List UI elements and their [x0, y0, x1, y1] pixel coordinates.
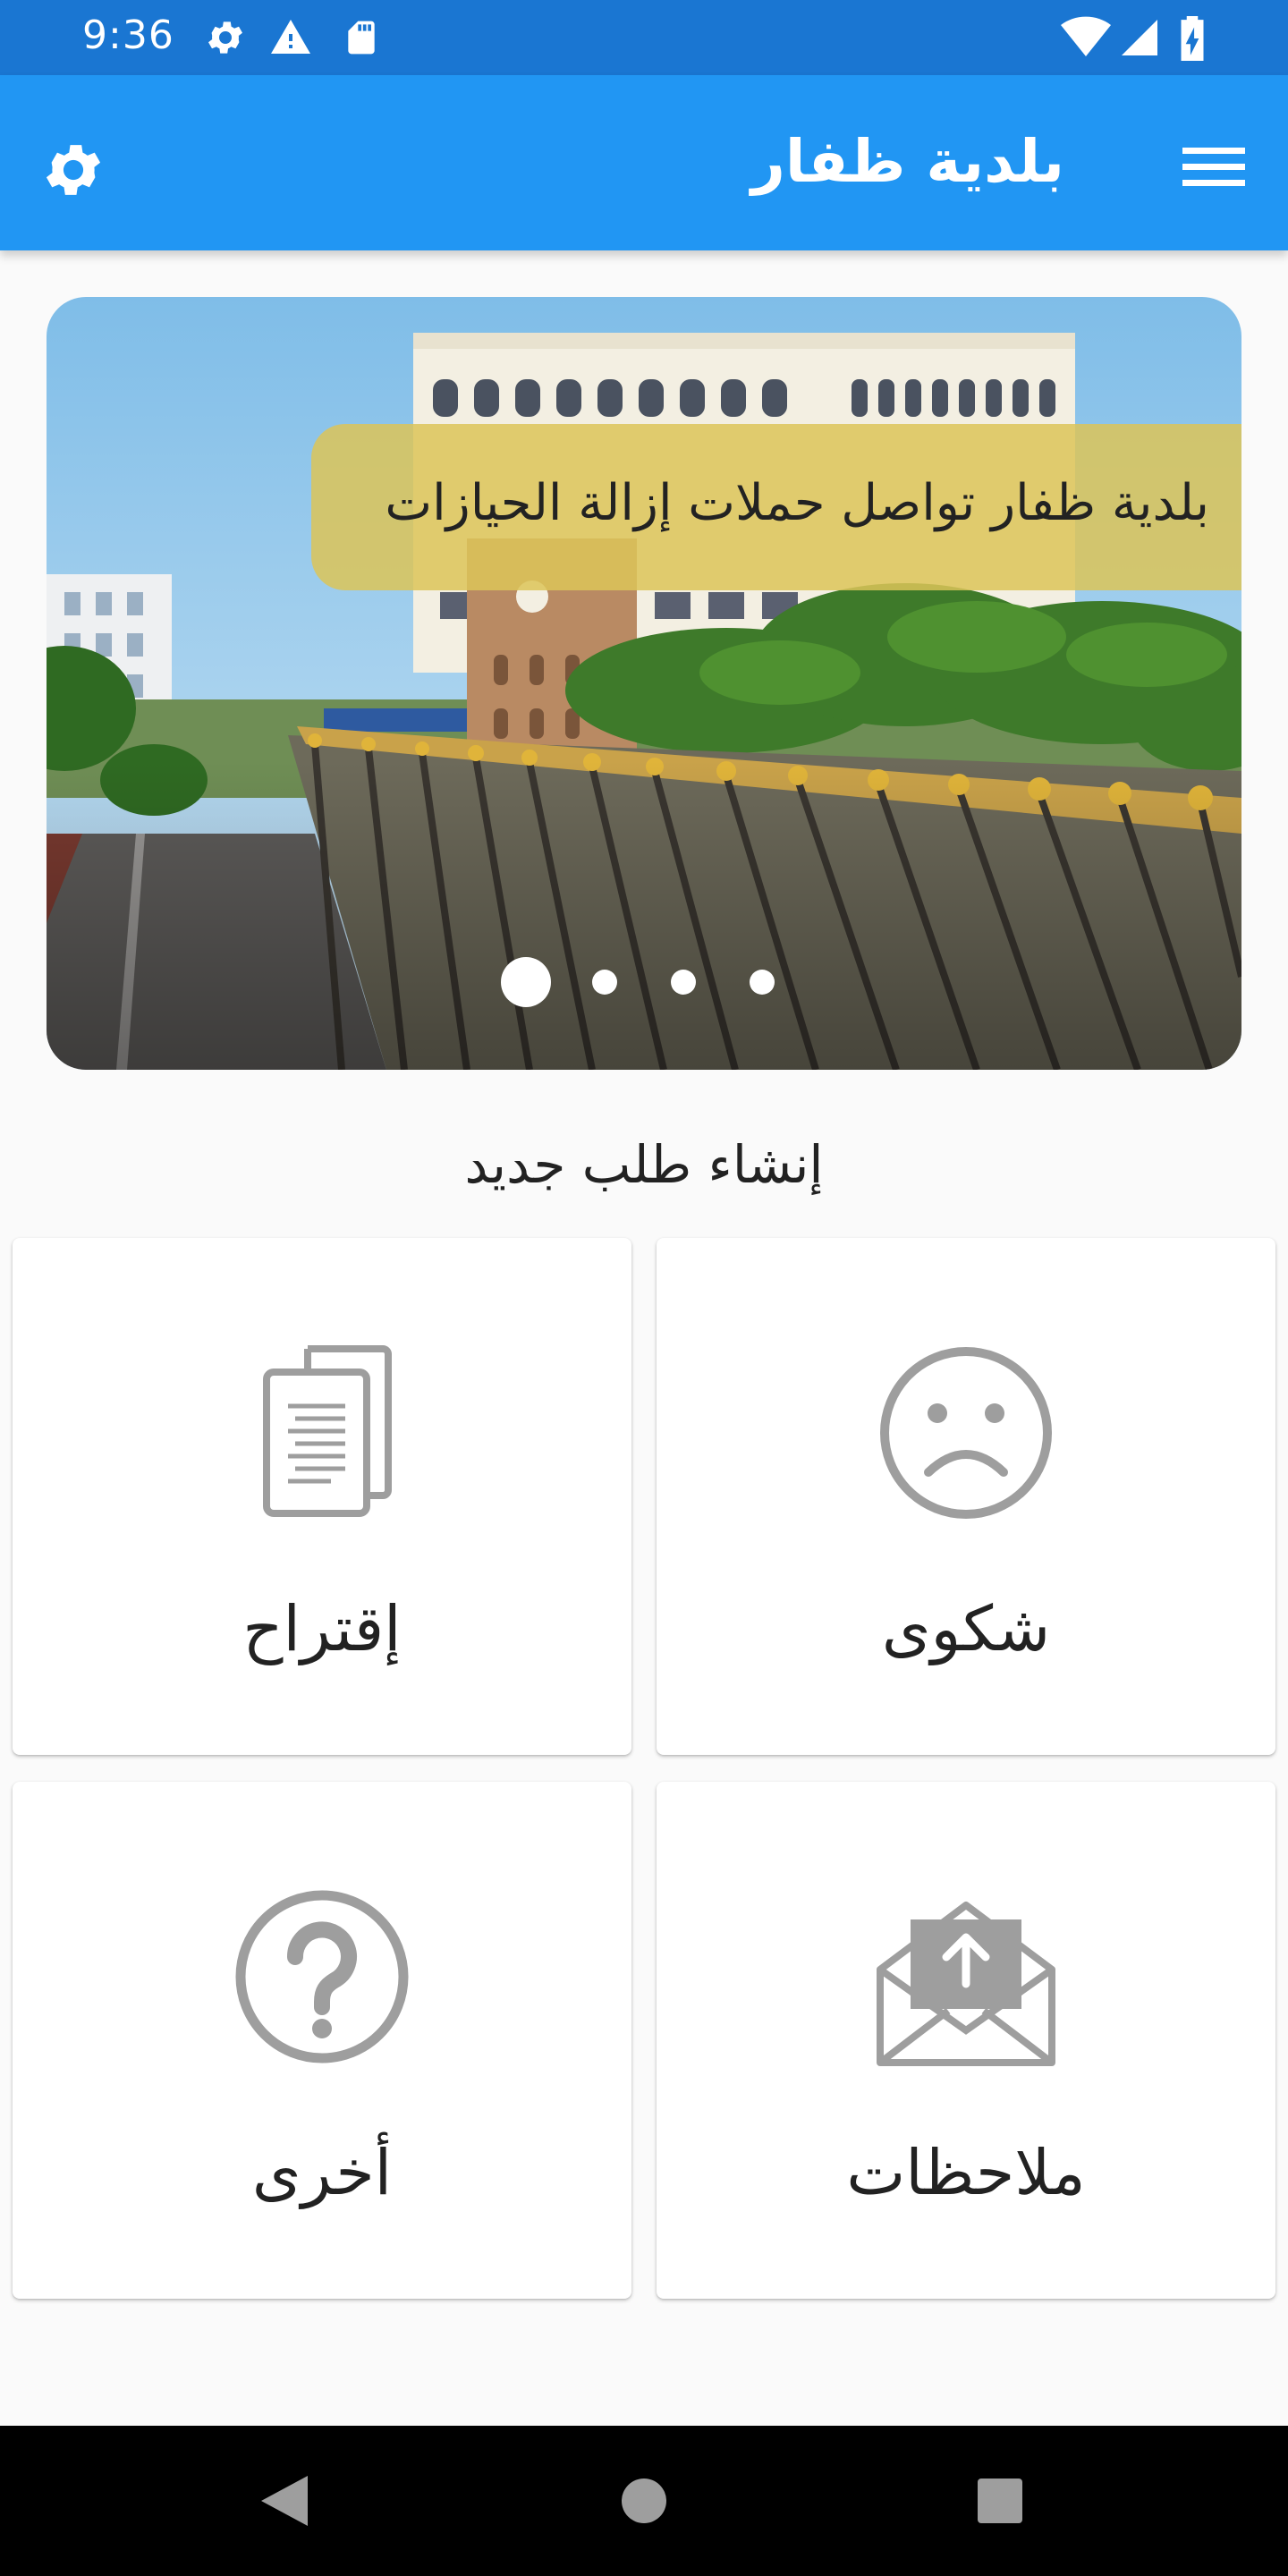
status-bar: 9:36: [0, 0, 1288, 75]
back-icon: [261, 2476, 308, 2526]
back-button[interactable]: [247, 2463, 322, 2538]
status-time: 9:36: [82, 13, 174, 58]
system-nav-bar: [0, 2426, 1288, 2576]
settings-icon: [204, 16, 247, 63]
feedback-tile[interactable]: ملاحظات: [657, 1782, 1275, 2299]
slide-dot[interactable]: [592, 970, 617, 995]
sad-face-icon: [880, 1347, 1052, 1519]
settings-button[interactable]: [29, 125, 118, 215]
banner-image: [47, 297, 1241, 1070]
recents-icon: [978, 2479, 1022, 2523]
suggestion-tile[interactable]: إقتراح: [13, 1238, 631, 1755]
feedback-label: ملاحظات: [846, 2136, 1086, 2209]
home-button[interactable]: [606, 2463, 682, 2538]
app-bar: بلدية ظفار: [0, 75, 1288, 250]
other-label: أخرى: [251, 2136, 393, 2209]
battery-charging-icon: [1179, 16, 1206, 64]
new-request-title: إنشاء طلب جديد: [464, 1134, 824, 1195]
menu-button[interactable]: [1175, 129, 1252, 206]
gear-icon: [46, 145, 101, 195]
wifi-icon: [1061, 16, 1111, 63]
complaint-label: شكوى: [881, 1592, 1051, 1665]
suggestion-label: إقتراح: [242, 1592, 402, 1665]
banner-caption: بلدية ظفار تواصل حملات إزالة الحيازات: [385, 474, 1209, 532]
slide-dot-active[interactable]: [501, 957, 551, 1007]
documents-icon: [263, 1345, 392, 1517]
slide-dot[interactable]: [750, 970, 775, 995]
banner-caption-box: بلدية ظفار تواصل حملات إزالة الحيازات: [311, 424, 1241, 590]
sd-card-icon: [342, 16, 381, 63]
news-banner[interactable]: بلدية ظفار تواصل حملات إزالة الحيازات: [47, 297, 1241, 1070]
warning-icon: [268, 16, 313, 63]
menu-icon: [1182, 148, 1245, 186]
question-icon: [235, 1890, 409, 2063]
signal-icon: [1118, 16, 1161, 63]
recents-button[interactable]: [962, 2463, 1038, 2538]
home-icon: [622, 2479, 666, 2523]
slide-indicator: [501, 955, 823, 1009]
mail-upload-icon: [877, 1902, 1055, 2066]
slide-dot[interactable]: [671, 970, 696, 995]
app-title: بلدية ظفار: [750, 127, 1064, 196]
other-tile[interactable]: أخرى: [13, 1782, 631, 2299]
complaint-tile[interactable]: شكوى: [657, 1238, 1275, 1755]
